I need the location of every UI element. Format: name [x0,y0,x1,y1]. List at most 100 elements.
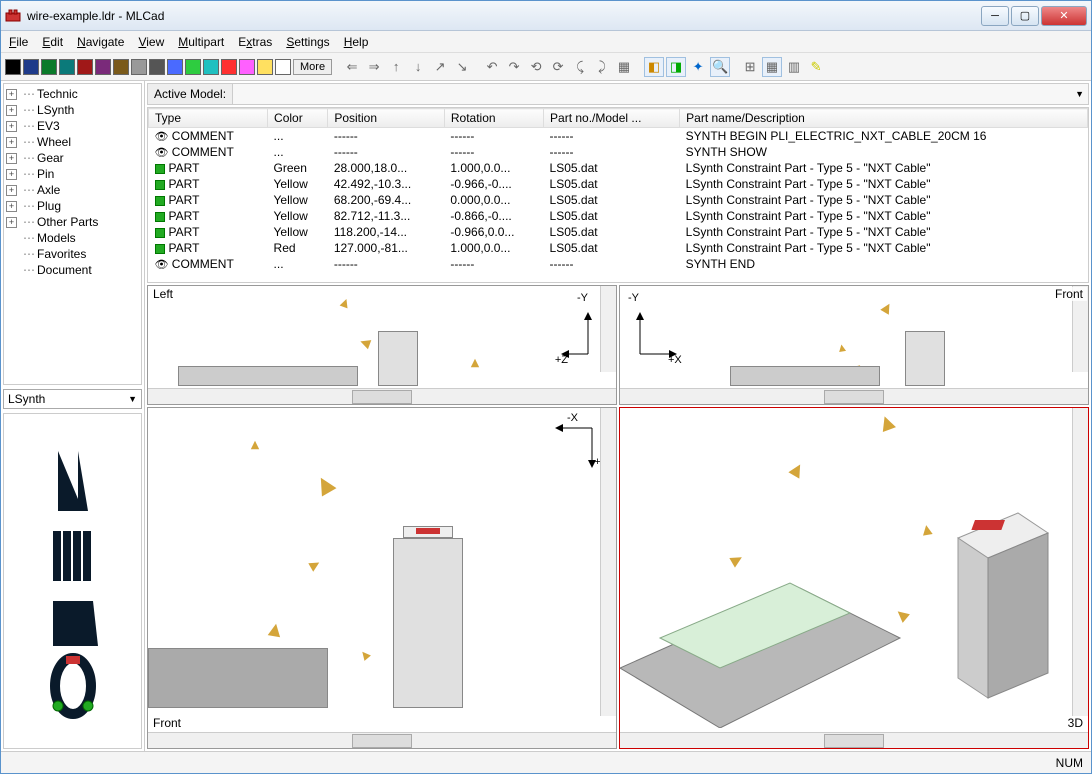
viewport-3d[interactable]: 3D [619,407,1089,749]
tree-item[interactable]: +⋯Other Parts [6,214,139,230]
rotate-icon[interactable]: ⟳ [548,57,568,77]
column-header[interactable]: Part no./Model ... [544,109,680,128]
scrollbar-h[interactable] [148,388,616,404]
menu-navigate[interactable]: Navigate [77,35,124,49]
tree-item[interactable]: +⋯LSynth [6,102,139,118]
maximize-button[interactable]: ▢ [1011,6,1039,26]
color-swatch[interactable] [167,59,183,75]
chevron-down-icon[interactable]: ▼ [1071,89,1088,99]
parts-tree[interactable]: +⋯Technic+⋯LSynth+⋯EV3+⋯Wheel+⋯Gear+⋯Pin… [3,83,142,385]
scrollbar-v[interactable] [1072,408,1088,716]
column-header[interactable]: Position [328,109,445,128]
expand-icon[interactable]: + [6,137,17,148]
category-dropdown[interactable]: LSynth ▼ [3,389,142,409]
expand-icon[interactable]: + [6,121,17,132]
rotate-icon[interactable]: ⟲ [526,57,546,77]
tree-item[interactable]: +⋯Pin [6,166,139,182]
color-swatch[interactable] [113,59,129,75]
expand-icon[interactable]: + [6,217,17,228]
scrollbar-v[interactable] [600,286,616,372]
tree-item[interactable]: +⋯Axle [6,182,139,198]
expand-icon[interactable]: + [6,89,17,100]
table-row[interactable]: PARTYellow118.200,-14...-0.966,0.0...LS0… [149,224,1088,240]
expand-icon[interactable]: + [6,201,17,212]
part-preview[interactable] [3,413,142,749]
scrollbar-v[interactable] [600,408,616,716]
column-header[interactable]: Rotation [444,109,543,128]
color-swatch[interactable] [185,59,201,75]
minimize-button[interactable]: ─ [981,6,1009,26]
table-row[interactable]: PARTYellow82.712,-11.3...-0.866,-0....LS… [149,208,1088,224]
table-row[interactable]: PARTRed127.000,-81...1.000,0.0...LS05.da… [149,240,1088,256]
scrollbar-h[interactable] [620,388,1088,404]
table-row[interactable]: 👁 COMMENT...------------------SYNTH SHOW [149,144,1088,160]
color-swatch[interactable] [5,59,21,75]
grid-icon[interactable]: ⊞ [740,57,760,77]
tool-icon[interactable]: ⇐ [342,57,362,77]
rotate-icon[interactable]: ⤹ [570,57,590,77]
table-row[interactable]: PARTGreen28.000,18.0...1.000,0.0...LS05.… [149,160,1088,176]
snap-icon[interactable]: ✦ [688,57,708,77]
tool-icon[interactable]: ↘ [452,57,472,77]
edit-icon[interactable]: ✎ [806,57,826,77]
viewport-front-bottom[interactable]: Front -X +Y [147,407,617,749]
calc-icon[interactable]: ▦ [614,57,634,77]
zoom-icon[interactable]: 🔍 [710,57,730,77]
color-swatch[interactable] [239,59,255,75]
scrollbar-h[interactable] [148,732,616,748]
table-row[interactable]: PARTYellow42.492,-10.3...-0.966,-0....LS… [149,176,1088,192]
scrollbar-h[interactable] [620,732,1088,748]
expand-icon[interactable]: + [6,169,17,180]
tool-icon[interactable]: ↓ [408,57,428,77]
menu-help[interactable]: Help [344,35,369,49]
tool-icon[interactable]: ⇒ [364,57,384,77]
menu-settings[interactable]: Settings [286,35,329,49]
expand-icon[interactable]: + [6,105,17,116]
tree-item[interactable]: +⋯Plug [6,198,139,214]
expand-icon[interactable]: + [6,185,17,196]
color-swatch[interactable] [23,59,39,75]
grid-icon[interactable]: ▦ [762,57,782,77]
color-swatch[interactable] [203,59,219,75]
menu-extras[interactable]: Extras [238,35,272,49]
menu-file[interactable]: File [9,35,28,49]
parts-list[interactable]: TypeColorPositionRotationPart no./Model … [147,107,1089,283]
column-header[interactable]: Color [268,109,328,128]
rotate-icon[interactable]: ↷ [504,57,524,77]
viewport-front-top[interactable]: Front -Y +X [619,285,1089,405]
color-swatch[interactable] [131,59,147,75]
color-swatch[interactable] [77,59,93,75]
tree-item[interactable]: ⋯Models [6,230,139,246]
color-swatch[interactable] [257,59,273,75]
tree-item[interactable]: ⋯Favorites [6,246,139,262]
table-row[interactable]: 👁 COMMENT...------------------SYNTH END [149,256,1088,272]
tree-item[interactable]: ⋯Document [6,262,139,278]
column-header[interactable]: Type [149,109,268,128]
view-mode-icon[interactable]: ◧ [644,57,664,77]
rotate-icon[interactable]: ⤸ [592,57,612,77]
table-row[interactable]: 👁 COMMENT...------------------SYNTH BEGI… [149,128,1088,145]
tree-item[interactable]: +⋯EV3 [6,118,139,134]
color-swatch[interactable] [275,59,291,75]
tree-item[interactable]: +⋯Technic [6,86,139,102]
tree-item[interactable]: +⋯Gear [6,150,139,166]
grid-icon[interactable]: ▥ [784,57,804,77]
color-swatch[interactable] [95,59,111,75]
tool-icon[interactable]: ↑ [386,57,406,77]
color-swatch[interactable] [41,59,57,75]
expand-icon[interactable]: + [6,153,17,164]
menu-edit[interactable]: Edit [42,35,63,49]
tool-icon[interactable]: ↗ [430,57,450,77]
menu-multipart[interactable]: Multipart [178,35,224,49]
viewport-left[interactable]: Left -Y +Z [147,285,617,405]
menu-view[interactable]: View [138,35,164,49]
column-header[interactable]: Part name/Description [680,109,1088,128]
view-mode-icon[interactable]: ◨ [666,57,686,77]
color-swatch[interactable] [59,59,75,75]
rotate-icon[interactable]: ↶ [482,57,502,77]
more-colors-button[interactable]: More [293,59,332,75]
color-swatch[interactable] [149,59,165,75]
close-button[interactable]: ✕ [1041,6,1087,26]
tree-item[interactable]: +⋯Wheel [6,134,139,150]
table-row[interactable]: PARTYellow68.200,-69.4...0.000,0.0...LS0… [149,192,1088,208]
